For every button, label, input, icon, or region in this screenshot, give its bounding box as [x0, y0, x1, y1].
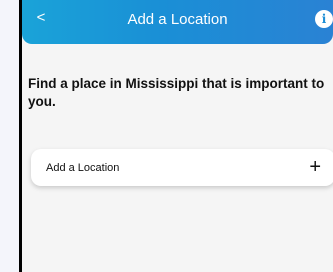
add-location-label: Add a Location	[46, 162, 120, 174]
page-title: Add a Location	[127, 11, 228, 28]
top-navigation-bar: < Add a Location i	[22, 0, 333, 44]
info-icon: i	[321, 12, 327, 26]
app-stage: < Add a Location i Find a place in Missi…	[0, 0, 333, 272]
info-button[interactable]: i	[315, 10, 333, 28]
plus-icon: +	[309, 156, 321, 178]
app-screen: < Add a Location i Find a place in Missi…	[22, 0, 333, 272]
location-prompt: Find a place in Mississippi that is impo…	[28, 76, 325, 109]
add-location-button[interactable]: Add a Location +	[31, 149, 333, 186]
